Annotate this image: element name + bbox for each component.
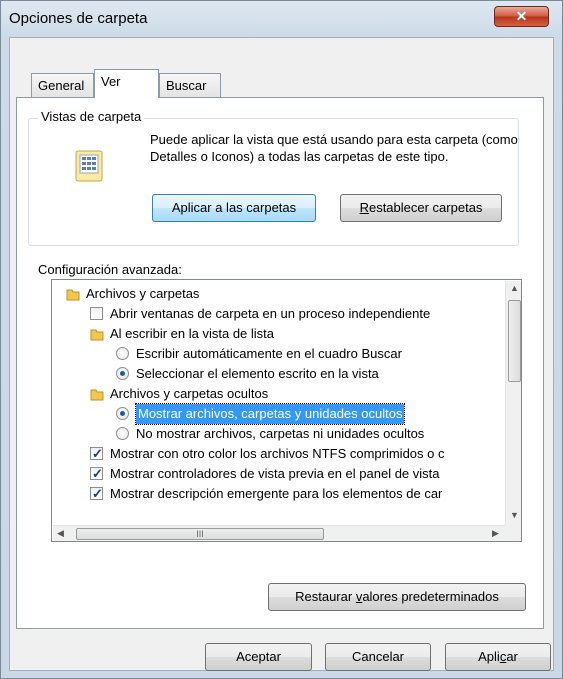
radio-button[interactable]	[116, 427, 129, 440]
folder-view-icon	[75, 150, 103, 182]
tab-ver[interactable]: Ver	[94, 69, 159, 98]
folder-icon	[66, 289, 80, 301]
folder-icon	[90, 389, 104, 401]
reset-folders-mnemonic: R	[359, 200, 369, 215]
apply-label-b: ar	[506, 649, 518, 664]
tab-buscar[interactable]: Buscar	[159, 73, 221, 98]
ok-button[interactable]: Aceptar	[205, 643, 312, 671]
scroll-up-icon[interactable]: ▲	[506, 283, 521, 293]
title-bar[interactable]: Opciones de carpeta ✕	[1, 1, 562, 37]
tree-item-label: Mostrar descripción emergente para los e…	[110, 486, 443, 501]
checkbox[interactable]	[90, 464, 103, 484]
restore-defaults-button[interactable]: Restaurar valores predeterminados	[268, 583, 526, 611]
tree-item-label: Archivos y carpetas ocultos	[110, 386, 269, 401]
tab-general-label: General	[38, 78, 85, 93]
scroll-left-icon[interactable]: ◀	[57, 528, 64, 539]
advanced-settings-label: Configuración avanzada:	[38, 262, 182, 277]
restore-label-a: Restaurar	[295, 589, 356, 604]
advanced-settings-tree[interactable]: Mostrar descripción emergente para los e…	[51, 279, 522, 542]
scroll-corner	[505, 525, 521, 541]
ok-label: Aceptar	[236, 649, 281, 664]
tree-item-label: Archivos y carpetas	[86, 286, 200, 301]
restore-label-b: alores predeterminados	[362, 589, 499, 604]
tree-item-label: Abrir ventanas de carpeta en un proceso …	[110, 306, 431, 321]
checkbox[interactable]	[90, 484, 103, 504]
tree-item-label: Mostrar archivos, carpetas y unidades oc…	[134, 403, 406, 425]
tree-item-label: Escribir automáticamente en el cuadro Bu…	[136, 346, 402, 361]
apply-label-a: Apli	[478, 649, 500, 664]
scroll-right-icon[interactable]: ▶	[492, 528, 499, 539]
vertical-scroll-thumb[interactable]	[508, 300, 521, 382]
horizontal-scrollbar[interactable]: ◀ III ▶	[53, 525, 505, 541]
scroll-down-icon[interactable]: ▼	[506, 510, 521, 520]
checkbox[interactable]	[90, 444, 103, 464]
close-button[interactable]: ✕	[494, 6, 549, 27]
tab-general[interactable]: General	[31, 73, 94, 98]
apply-to-folders-button[interactable]: Aplicar a las carpetas	[152, 194, 316, 222]
folder-icon	[90, 329, 104, 341]
scroll-grip: III	[196, 529, 204, 539]
radio-button[interactable]	[116, 367, 129, 380]
tab-buscar-label: Buscar	[166, 78, 207, 93]
horizontal-scroll-thumb[interactable]: III	[76, 528, 324, 540]
tree-item-label: Mostrar controladores de vista previa en…	[110, 466, 440, 481]
folder-views-legend: Vistas de carpeta	[38, 109, 145, 124]
apply-button[interactable]: Aplicar	[445, 643, 551, 671]
reset-folders-button[interactable]: Restablecer carpetas	[340, 194, 502, 222]
checkbox[interactable]	[90, 307, 103, 320]
tree-item-label: Al escribir en la vista de lista	[110, 326, 275, 341]
tree-item-label: Seleccionar el elemento escrito en la vi…	[136, 366, 379, 381]
vertical-scrollbar[interactable]: ▲ ▼	[505, 281, 521, 525]
close-icon: ✕	[515, 8, 528, 24]
cancel-button[interactable]: Cancelar	[325, 643, 431, 671]
radio-button[interactable]	[116, 407, 129, 420]
apply-to-folders-label: Aplicar a las carpetas	[171, 200, 297, 215]
cancel-label: Cancelar	[351, 649, 405, 664]
tree-item-label: No mostrar archivos, carpetas ni unidade…	[136, 426, 425, 441]
radio-button[interactable]	[116, 347, 129, 360]
reset-folders-label: establecer carpetas	[368, 200, 483, 215]
tab-ver-label: Ver	[101, 74, 121, 89]
window-title: Opciones de carpeta	[9, 10, 148, 27]
tree-item-label: Mostrar con otro color los archivos NTFS…	[110, 446, 445, 461]
folder-views-description: Puede aplicar la vista que está usando p…	[150, 132, 518, 164]
